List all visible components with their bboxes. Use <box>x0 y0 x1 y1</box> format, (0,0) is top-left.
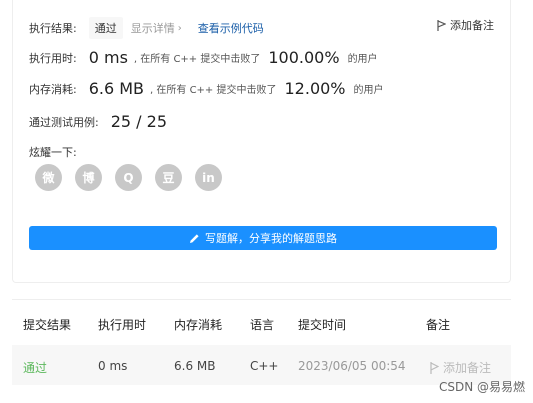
chevron-right-icon: › <box>177 22 182 34</box>
qq-icon[interactable]: Q <box>115 164 142 191</box>
runtime-percentile: 100.00% <box>268 48 340 67</box>
result-row: 执行结果: 通过 显示详情 › 查看示例代码 <box>29 17 264 39</box>
row-memory: 6.6 MB <box>174 359 216 373</box>
memory-label: 内存消耗: <box>29 82 77 96</box>
row-status[interactable]: 通过 <box>23 359 47 376</box>
memory-percentile: 12.00% <box>284 79 346 98</box>
runtime-mid-text: , 在所有 C++ 提交中击败了 <box>133 54 261 65</box>
weibo-icon[interactable]: 博 <box>75 164 102 191</box>
header-note: 备注 <box>426 318 451 332</box>
share-row: 炫耀一下: <box>29 144 77 160</box>
add-note-button[interactable]: 添加备注 <box>437 17 494 33</box>
result-label: 执行结果: <box>29 22 77 35</box>
header-language: 语言 <box>250 318 275 332</box>
pencil-icon <box>190 233 199 243</box>
runtime-row: 执行用时: 0 ms , 在所有 C++ 提交中击败了 100.00% 的用户 <box>29 48 378 67</box>
header-memory: 内存消耗 <box>174 318 223 332</box>
flag-icon <box>430 361 439 374</box>
header-status: 提交结果 <box>23 318 72 332</box>
row-add-note-button[interactable]: 添加备注 <box>430 359 491 376</box>
header-submit-time: 提交时间 <box>298 318 347 332</box>
row-add-note-label: 添加备注 <box>443 361 492 375</box>
runtime-value: 0 ms <box>88 48 128 67</box>
header-runtime: 执行用时 <box>98 318 147 332</box>
submission-history-table: 提交结果 执行用时 内存消耗 语言 提交时间 备注 通过 0 ms 6.6 MB… <box>12 299 511 403</box>
flag-icon <box>437 19 446 31</box>
share-label: 炫耀一下: <box>29 146 77 159</box>
write-solution-button[interactable]: 写题解，分享我的解题思路 <box>29 226 497 250</box>
runtime-label: 执行用时: <box>29 51 77 65</box>
social-share-icons: 微 博 Q 豆 in <box>35 164 222 191</box>
memory-row: 内存消耗: 6.6 MB , 在所有 C++ 提交中击败了 12.00% 的用户 <box>29 79 384 98</box>
memory-value: 6.6 MB <box>88 79 145 98</box>
tests-label: 通过测试用例: <box>29 115 99 129</box>
row-runtime: 0 ms <box>98 359 128 373</box>
show-detail-label: 显示详情 <box>130 22 175 35</box>
show-detail-link[interactable]: 显示详情 › <box>131 20 182 36</box>
tests-value: 25 / 25 <box>110 112 167 131</box>
status-badge: 通过 <box>88 17 123 39</box>
submission-result-card: 执行结果: 通过 显示详情 › 查看示例代码 添加备注 执行用时: 0 ms ,… <box>12 0 511 283</box>
row-submit-time: 2023/06/05 00:54 <box>298 359 406 373</box>
row-language: C++ <box>250 359 279 373</box>
douban-icon[interactable]: 豆 <box>155 164 182 191</box>
runtime-tail: 的用户 <box>347 54 378 65</box>
example-code-link[interactable]: 查看示例代码 <box>198 20 264 36</box>
memory-tail: 的用户 <box>353 85 384 96</box>
tests-row: 通过测试用例: 25 / 25 <box>29 112 173 131</box>
wechat-icon[interactable]: 微 <box>35 164 62 191</box>
linkedin-icon[interactable]: in <box>195 164 222 191</box>
memory-mid-text: , 在所有 C++ 提交中击败了 <box>150 85 277 96</box>
write-solution-label: 写题解，分享我的解题思路 <box>205 232 337 245</box>
add-note-label: 添加备注 <box>450 19 494 32</box>
watermark: CSDN @易易燃 <box>438 380 525 394</box>
table-row[interactable]: 通过 0 ms 6.6 MB C++ 2023/06/05 00:54 添加备注 <box>12 345 511 385</box>
